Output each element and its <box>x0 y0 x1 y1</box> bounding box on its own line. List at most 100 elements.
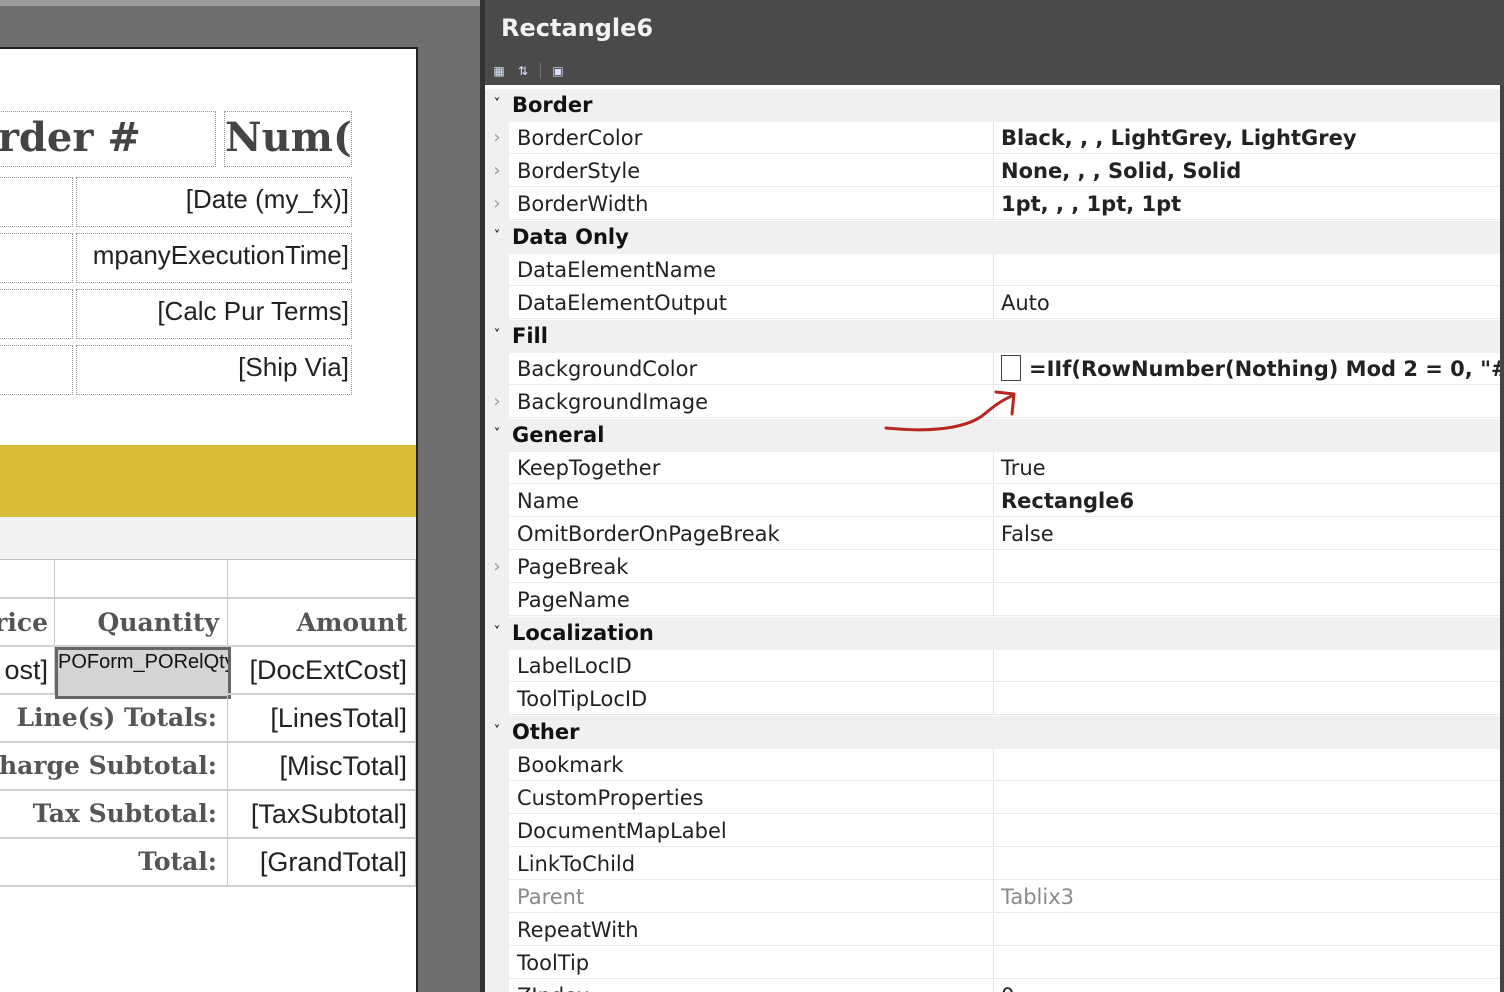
ship-via-textbox[interactable]: [Ship Via] <box>76 345 352 395</box>
property-value[interactable] <box>994 749 1504 781</box>
collapse-chevron-icon[interactable]: ˅ <box>485 419 509 452</box>
property-name: Bookmark <box>509 749 994 781</box>
categorized-view-icon[interactable]: ▦ <box>489 62 509 80</box>
lines-total-value[interactable]: [LinesTotal] <box>228 695 416 743</box>
property-row-pagename[interactable]: PageName <box>485 584 1504 617</box>
category-border[interactable]: ˅ Border <box>485 89 1504 122</box>
header-left-cell-2[interactable] <box>0 233 73 283</box>
property-row-documentmaplabel[interactable]: DocumentMapLabel <box>485 815 1504 848</box>
property-row-omitborderonpagebreak[interactable]: OmitBorderOnPageBreak False <box>485 518 1504 551</box>
property-name: Name <box>509 485 994 517</box>
collapse-chevron-icon[interactable]: ˅ <box>485 716 509 749</box>
property-value[interactable] <box>994 947 1504 979</box>
property-value[interactable] <box>994 848 1504 880</box>
collapse-chevron-icon[interactable]: ˅ <box>485 89 509 122</box>
property-row-name[interactable]: Name Rectangle6 <box>485 485 1504 518</box>
property-name: BorderStyle <box>509 155 994 187</box>
property-value[interactable]: Auto <box>994 287 1504 319</box>
alphabetical-sort-icon[interactable]: ⇅ <box>513 62 533 80</box>
property-value[interactable] <box>994 254 1504 286</box>
property-value[interactable] <box>994 584 1504 616</box>
property-row-borderwidth[interactable]: › BorderWidth 1pt, , , 1pt, 1pt <box>485 188 1504 221</box>
property-value[interactable] <box>994 914 1504 946</box>
property-row-backgroundcolor[interactable]: BackgroundColor =IIf(RowNumber(Nothing) M… <box>485 353 1504 386</box>
property-row-parent[interactable]: Parent Tablix3 <box>485 881 1504 914</box>
expand-chevron-icon[interactable]: › <box>485 551 509 584</box>
property-grid-scrollbar[interactable] <box>1500 85 1504 992</box>
property-pages-icon[interactable]: ▣ <box>548 62 568 80</box>
property-row-dataelementoutput[interactable]: DataElementOutput Auto <box>485 287 1504 320</box>
grand-total-value[interactable]: [GrandTotal] <box>228 839 416 887</box>
amount-detail-cell[interactable]: [DocExtCost] <box>228 647 416 695</box>
misc-total-value[interactable]: [MiscTotal] <box>228 743 416 791</box>
property-row-tooltip[interactable]: ToolTip <box>485 947 1504 980</box>
header-left-cell-4[interactable] <box>0 345 73 395</box>
property-value[interactable] <box>994 782 1504 814</box>
category-label: Localization <box>512 621 654 645</box>
report-designer-canvas: Order # Num()] [Date (my_fx)] mpanyExecu… <box>0 0 480 992</box>
category-other[interactable]: ˅ Other <box>485 716 1504 749</box>
price-detail-cell[interactable]: ost] <box>0 647 55 695</box>
property-name: RepeatWith <box>509 914 994 946</box>
amount-column-header[interactable]: Amount <box>228 599 416 647</box>
property-value[interactable]: 0 <box>994 980 1504 992</box>
category-data-only[interactable]: ˅ Data Only <box>485 221 1504 254</box>
property-row-keeptogether[interactable]: KeepTogether True <box>485 452 1504 485</box>
property-value[interactable]: 1pt, , , 1pt, 1pt <box>994 188 1504 220</box>
order-label-textbox[interactable]: Order # <box>0 111 216 167</box>
expand-chevron-icon[interactable]: › <box>485 386 509 419</box>
table-cell-empty[interactable] <box>55 559 228 599</box>
date-textbox[interactable]: [Date (my_fx)] <box>76 177 352 227</box>
color-swatch-icon[interactable] <box>1001 355 1021 381</box>
yellow-band-rectangle[interactable] <box>0 445 416 517</box>
property-value[interactable] <box>994 551 1504 583</box>
property-value[interactable]: Black, , , LightGrey, LightGrey <box>994 122 1504 154</box>
property-row-zindex[interactable]: ZIndex0 <box>485 980 1504 992</box>
property-value[interactable]: True <box>994 452 1504 484</box>
expand-chevron-icon[interactable]: › <box>485 188 509 221</box>
table-cell-empty[interactable] <box>228 559 416 599</box>
property-row-customproperties[interactable]: CustomProperties <box>485 782 1504 815</box>
property-row-bookmark[interactable]: Bookmark <box>485 749 1504 782</box>
tax-subtotal-value[interactable]: [TaxSubtotal] <box>228 791 416 839</box>
tax-subtotal-label[interactable]: Tax Subtotal: <box>0 791 228 839</box>
row-gutter <box>485 485 509 518</box>
expand-chevron-icon[interactable]: › <box>485 155 509 188</box>
property-row-borderstyle[interactable]: › BorderStyle None, , , Solid, Solid <box>485 155 1504 188</box>
property-row-dataelementname[interactable]: DataElementName <box>485 254 1504 287</box>
property-name: OmitBorderOnPageBreak <box>509 518 994 550</box>
pur-terms-textbox[interactable]: [Calc Pur Terms] <box>76 289 352 339</box>
property-value[interactable] <box>994 650 1504 682</box>
grand-total-label[interactable]: Total: <box>0 839 228 887</box>
property-value[interactable]: None, , , Solid, Solid <box>994 155 1504 187</box>
property-value[interactable]: False <box>994 518 1504 550</box>
property-value[interactable] <box>994 386 1504 418</box>
table-cell-empty[interactable] <box>0 559 55 599</box>
execution-time-textbox[interactable]: mpanyExecutionTime] <box>76 233 352 283</box>
category-fill[interactable]: ˅ Fill <box>485 320 1504 353</box>
property-row-repeatwith[interactable]: RepeatWith <box>485 914 1504 947</box>
collapse-chevron-icon[interactable]: ˅ <box>485 320 509 353</box>
quantity-detail-cell-selected[interactable]: POForm_PORelQty <box>55 647 231 699</box>
collapse-chevron-icon[interactable]: ˅ <box>485 221 509 254</box>
property-value[interactable] <box>994 683 1504 715</box>
gray-band-rectangle[interactable] <box>0 517 416 560</box>
property-row-tooltiplocid[interactable]: ToolTipLocID <box>485 683 1504 716</box>
property-value[interactable] <box>994 815 1504 847</box>
property-row-pagebreak[interactable]: › PageBreak <box>485 551 1504 584</box>
misc-charge-label[interactable]: harge Subtotal: <box>0 743 228 791</box>
property-row-linktochild[interactable]: LinkToChild <box>485 848 1504 881</box>
header-left-cell-3[interactable] <box>0 289 73 339</box>
collapse-chevron-icon[interactable]: ˅ <box>485 617 509 650</box>
order-number-textbox[interactable]: Num()] <box>224 111 352 167</box>
header-left-cell-1[interactable] <box>0 177 73 227</box>
category-localization[interactable]: ˅ Localization <box>485 617 1504 650</box>
lines-total-label[interactable]: Line(s) Totals: <box>0 695 228 743</box>
property-row-labellocid[interactable]: LabelLocID <box>485 650 1504 683</box>
property-row-bordercolor[interactable]: › BorderColor Black, , , LightGrey, LightG… <box>485 122 1504 155</box>
property-value[interactable]: Rectangle6 <box>994 485 1504 517</box>
price-column-header[interactable]: rice <box>0 599 55 647</box>
expand-chevron-icon[interactable]: › <box>485 122 509 155</box>
property-value[interactable]: =IIf(RowNumber(Nothing) Mod 2 = 0, "#F2F… <box>994 353 1504 385</box>
quantity-column-header[interactable]: Quantity <box>55 599 228 647</box>
